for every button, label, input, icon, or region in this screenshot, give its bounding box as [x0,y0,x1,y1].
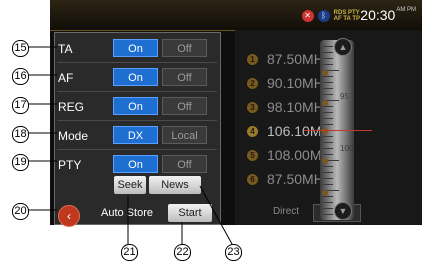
callout-number: 19 [12,154,29,171]
callout-number: 18 [12,126,29,143]
callout-number: 22 [174,244,191,261]
callout-number: 16 [12,68,29,85]
callout-number: 20 [12,203,29,220]
callout-leader-lines [28,46,233,245]
callout-number: 23 [225,244,242,261]
callout-leader-line [199,185,233,245]
callout-number: 15 [12,40,29,57]
callout-number: 21 [121,244,138,261]
callout-number: 17 [12,97,29,114]
